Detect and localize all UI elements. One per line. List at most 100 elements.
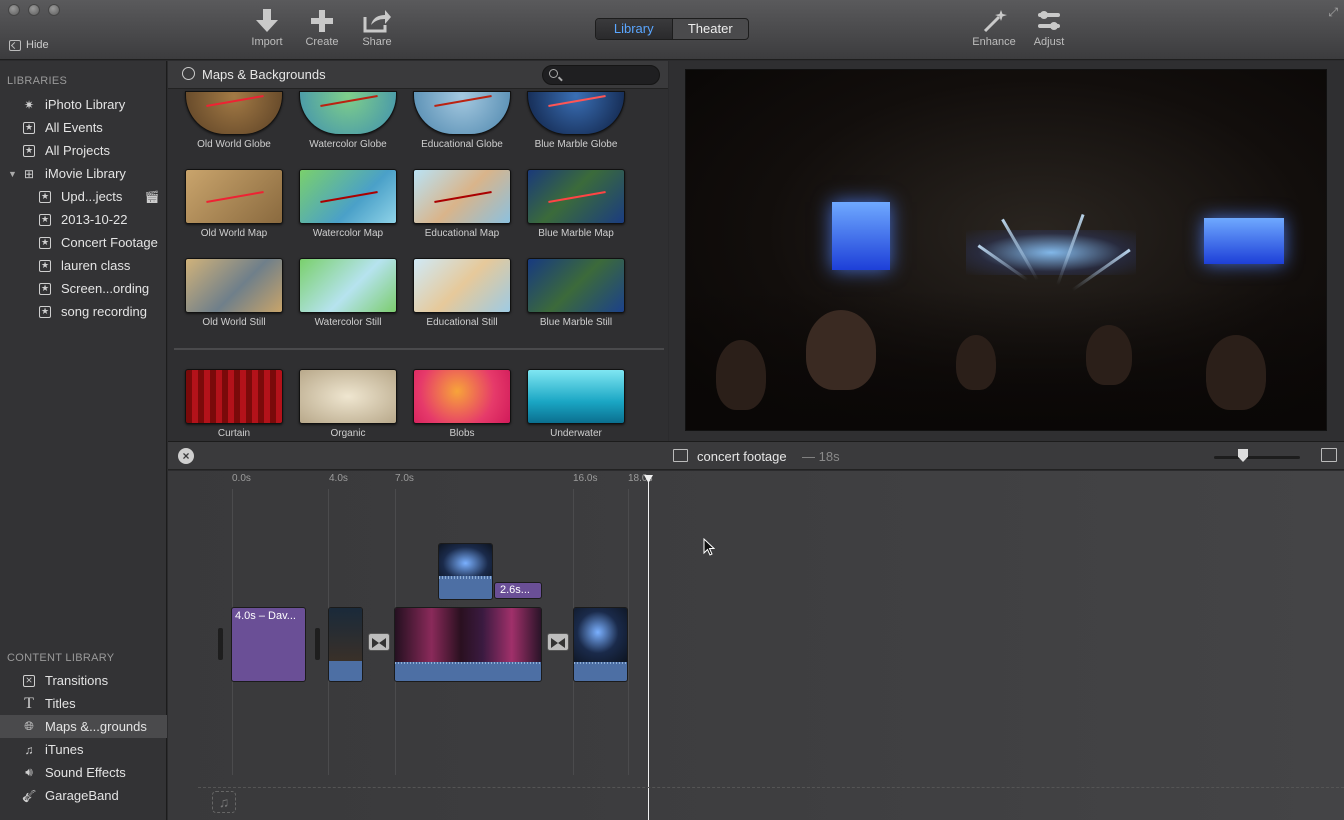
video-preview[interactable] (685, 69, 1327, 431)
tile-old-world-globe[interactable]: Old World Globe (185, 91, 283, 150)
watercolor-map-thumbnail (299, 169, 397, 224)
minimize-window-button[interactable] (28, 4, 40, 16)
view-toggle: Library Theater (595, 18, 749, 40)
globe-icon (182, 67, 195, 80)
sidebar-item-iphoto-library[interactable]: ✷ iPhoto Library (0, 93, 167, 116)
tick-label: 4.0s (329, 473, 348, 484)
imovie-window: Hide Import Create Share Library Theater (0, 0, 1344, 820)
sidebar-item-imovie-library[interactable]: ▼ ⊞ iMovie Library (0, 162, 167, 185)
sidebar-item-screen-recording[interactable]: ★ Screen...ording (0, 277, 167, 300)
speaker-icon: 🔊︎ (25, 765, 33, 779)
tick-label: 0.0s (232, 473, 251, 484)
search-icon (549, 69, 558, 78)
cutaway-title-clip[interactable]: 2.6s... (494, 582, 542, 599)
zoom-window-button[interactable] (48, 4, 60, 16)
filmstrip-icon (673, 449, 688, 462)
project-duration: — 18s (802, 449, 840, 464)
zoom-slider-track[interactable] (1214, 456, 1300, 459)
educational-map-thumbnail (413, 169, 511, 224)
star-icon: ★ (39, 236, 51, 249)
tile-blobs[interactable]: Blobs (413, 369, 511, 439)
tile-underwater[interactable]: Underwater (527, 369, 625, 439)
close-window-button[interactable] (8, 4, 20, 16)
tile-old-world-still[interactable]: Old World Still (185, 258, 283, 328)
star-burst-icon: ✷ (23, 97, 35, 112)
old-world-globe-thumbnail (185, 91, 283, 135)
viewer-panel (669, 61, 1344, 441)
tile-watercolor-map[interactable]: Watercolor Map (299, 169, 397, 239)
clip-appearance-icon[interactable] (1321, 448, 1337, 462)
star-icon: ★ (23, 121, 35, 134)
tile-watercolor-globe[interactable]: Watercolor Globe (299, 91, 397, 150)
enhance-button[interactable]: Enhance (969, 9, 1019, 48)
sidebar-item-transitions[interactable]: ⨯ Transitions (0, 669, 167, 692)
sidebar-item-lauren-class[interactable]: ★ lauren class (0, 254, 167, 277)
tile-educational-still[interactable]: Educational Still (413, 258, 511, 328)
sidebar-item-titles[interactable]: T Titles (0, 692, 167, 715)
sidebar-item-itunes[interactable]: ♫ iTunes (0, 738, 167, 761)
clapper-icon: 🎬︎ (144, 189, 160, 204)
tile-educational-map[interactable]: Educational Map (413, 169, 511, 239)
sidebar-item-concert-footage[interactable]: ★ Concert Footage (0, 231, 167, 254)
mouse-cursor-icon (703, 538, 715, 556)
sidebar-item-sound-effects[interactable]: 🔊︎ Sound Effects (0, 761, 167, 784)
sidebar-item-garageband[interactable]: 🎸︎ GarageBand (0, 784, 167, 807)
star-icon: ★ (39, 190, 51, 203)
tile-blue-marble-still[interactable]: Blue Marble Still (527, 258, 625, 328)
blue-marble-map-thumbnail (527, 169, 625, 224)
sidebar-item-all-projects[interactable]: ★ All Projects (0, 139, 167, 162)
tick-label: 7.0s (395, 473, 414, 484)
libraries-sidebar: LIBRARIES ✷ iPhoto Library ★ All Events … (0, 61, 167, 820)
sidebar-item-song-recording[interactable]: ★ song recording (0, 300, 167, 323)
hide-libraries-button[interactable]: Hide (9, 39, 49, 51)
video-clip-2[interactable] (394, 607, 542, 682)
zoom-slider-knob[interactable] (1238, 449, 1248, 462)
share-button[interactable]: Share (352, 9, 402, 48)
sidebar-item-all-events[interactable]: ★ All Events (0, 116, 167, 139)
transition-icon[interactable] (368, 633, 390, 651)
curtain-thumbnail (185, 369, 283, 424)
tile-old-world-map[interactable]: Old World Map (185, 169, 283, 239)
fullscreen-icon[interactable]: ⤢ (1328, 5, 1338, 20)
cutaway-clip[interactable] (438, 543, 493, 600)
educational-still-thumbnail (413, 258, 511, 313)
search-field[interactable] (542, 65, 660, 85)
title-clip[interactable]: 4.0s – Dav... (231, 607, 306, 682)
adjust-button[interactable]: Adjust (1024, 9, 1074, 48)
close-icon[interactable]: × (178, 448, 194, 464)
timeline[interactable]: 0.0s 4.0s 7.0s 16.0s 18.0s 4.0s – Dav... (168, 471, 1344, 820)
theater-tab[interactable]: Theater (673, 19, 749, 39)
library-tab[interactable]: Library (596, 19, 673, 39)
tile-watercolor-still[interactable]: Watercolor Still (299, 258, 397, 328)
blue-marble-still-thumbnail (527, 258, 625, 313)
video-clip-1[interactable] (328, 607, 363, 682)
educational-globe-thumbnail (413, 91, 511, 135)
right-screen (1204, 218, 1284, 264)
tile-blue-marble-globe[interactable]: Blue Marble Globe (527, 91, 625, 150)
tile-curtain[interactable]: Curtain (185, 369, 283, 439)
transitions-icon: ⨯ (22, 674, 36, 688)
disclosure-triangle-icon[interactable]: ▼ (8, 169, 17, 179)
plus-icon (311, 10, 333, 32)
timeline-header: × concert footage — 18s (168, 441, 1344, 470)
old-world-map-thumbnail (185, 169, 283, 224)
transition-icon[interactable] (547, 633, 569, 651)
sidebar-item-maps-backgrounds[interactable]: 🌐︎ Maps &...grounds (0, 715, 167, 738)
tile-blue-marble-map[interactable]: Blue Marble Map (527, 169, 625, 239)
create-button[interactable]: Create (297, 9, 347, 48)
video-clip-3[interactable] (573, 607, 628, 682)
playhead[interactable] (648, 477, 649, 820)
hide-label: Hide (26, 39, 49, 51)
blobs-thumbnail (413, 369, 511, 424)
clip-handle[interactable] (315, 628, 320, 660)
libraries-section-title: LIBRARIES (7, 75, 68, 87)
import-button[interactable]: Import (242, 9, 292, 48)
tile-organic[interactable]: Organic (299, 369, 397, 439)
import-arrow-icon (256, 9, 278, 32)
sidebar-item-updated-projects[interactable]: ★ Upd...jects 🎬︎ (0, 185, 167, 208)
clip-handle[interactable] (218, 628, 223, 660)
star-icon: ★ (39, 305, 51, 318)
sidebar-item-2013-10-22[interactable]: ★ 2013-10-22 (0, 208, 167, 231)
tile-educational-globe[interactable]: Educational Globe (413, 91, 511, 150)
music-well[interactable] (198, 787, 1344, 813)
